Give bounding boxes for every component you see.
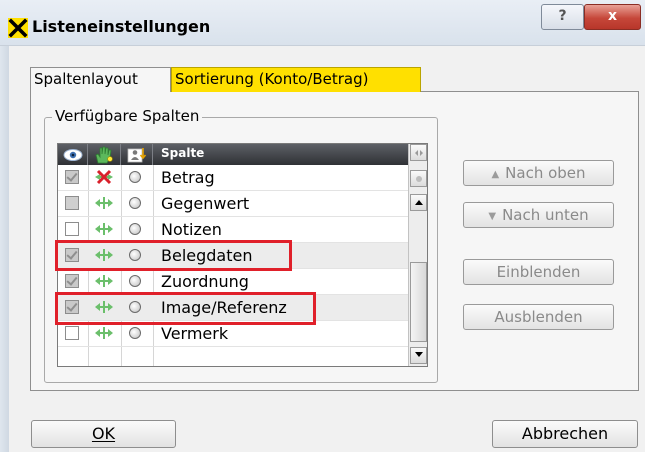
sort-radio[interactable] [129,171,141,183]
list-header: Spalte [58,144,408,165]
arrow-up-icon [414,200,423,205]
visible-checkbox[interactable] [65,274,79,288]
group-label: Verfügbare Spalten [52,107,203,125]
resize-arrows-icon [95,327,113,339]
row-label: Betrag [161,168,215,187]
visible-checkbox[interactable] [65,326,79,340]
window-frame [0,46,9,452]
header-scroll-toggle[interactable] [410,144,427,161]
window-title: Listeneinstellungen [32,17,211,36]
list-options-button[interactable] [410,170,427,187]
sort-radio[interactable] [129,327,141,339]
ok-button[interactable]: OK [31,420,176,448]
locked-x-icon [95,169,113,185]
scroll-up-button[interactable] [410,194,427,211]
hide-column-button[interactable]: Ausblenden [463,304,614,330]
triangle-down-icon: ▼ [488,211,497,222]
help-button[interactable]: ? [541,4,584,30]
column-chooser-icon [414,150,423,156]
visible-checkbox[interactable] [65,170,79,184]
header-sort-column[interactable] [121,144,153,165]
visible-checkbox[interactable] [65,222,79,236]
header-spalte-label[interactable]: Spalte [161,146,204,160]
hand-icon [95,146,113,164]
triangle-up-icon: ▲ [491,169,500,180]
header-visible-column[interactable] [58,144,88,165]
row-label: Vermerk [161,324,229,343]
highlight-belegdaten [55,240,292,271]
scroll-down-button[interactable] [410,347,427,364]
resize-arrows-icon [95,197,113,209]
cancel-label: Abbrechen [521,424,609,443]
list-scrollbar[interactable] [408,144,427,366]
close-button[interactable]: x [584,4,641,30]
list-row-betrag[interactable]: Betrag [58,165,408,191]
show-column-button[interactable]: Einblenden [463,259,614,285]
dot-icon [415,176,422,182]
arrow-down-icon [414,352,423,357]
resize-arrows-icon [95,223,113,235]
sort-radio[interactable] [129,197,141,209]
resize-arrows-icon [95,275,113,287]
tab-sortierung[interactable]: Sortierung (Konto/Betrag) [171,67,421,92]
tab-spaltenlayout[interactable]: Spaltenlayout [30,67,171,92]
move-up-button[interactable]: ▲ Nach oben [463,160,614,186]
move-up-label: Nach oben [505,164,586,182]
ok-label: OK [91,424,116,443]
title-bar: Listeneinstellungen ? x [0,0,645,46]
row-label: Notizen [161,220,222,239]
sort-radio[interactable] [129,275,141,287]
row-label: Zuordnung [161,272,249,291]
eye-icon [63,149,83,161]
move-down-button[interactable]: ▼ Nach unten [463,202,614,228]
row-label: Gegenwert [161,194,250,213]
highlight-image-referenz [55,292,316,325]
cancel-button[interactable]: Abbrechen [492,420,638,448]
sort-radio[interactable] [129,223,141,235]
move-down-label: Nach unten [502,206,589,224]
list-row-gegenwert[interactable]: Gegenwert [58,191,408,217]
visible-checkbox[interactable] [65,196,79,210]
header-move-column[interactable] [88,144,121,165]
app-logo-icon [8,18,28,38]
scroll-thumb[interactable] [410,262,427,342]
sort-person-icon [127,148,147,163]
